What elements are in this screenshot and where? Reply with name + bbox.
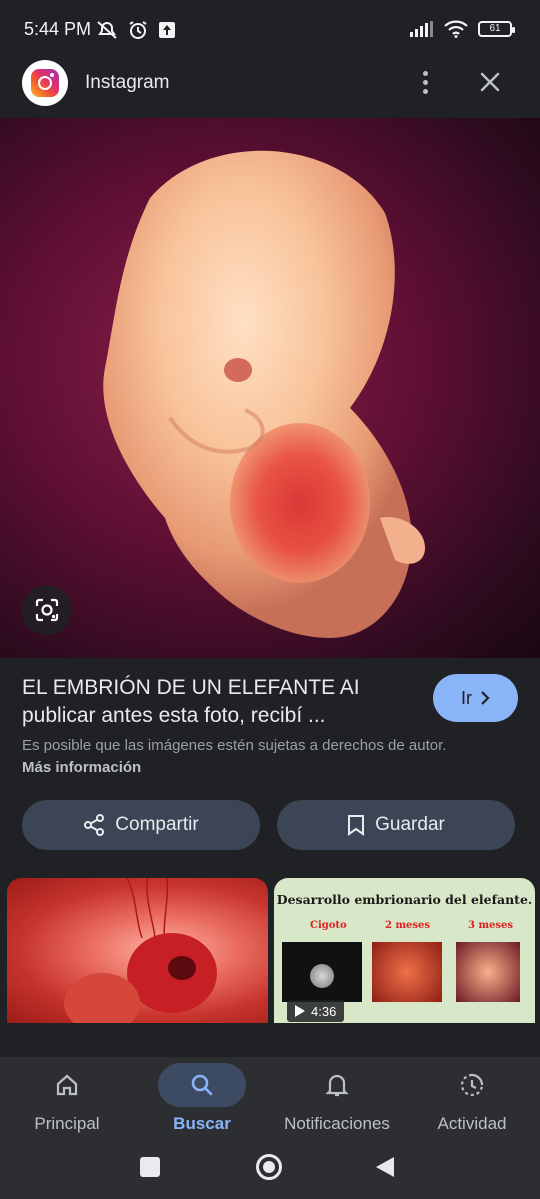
save-button[interactable]: Guardar xyxy=(277,800,515,850)
google-lens-button[interactable] xyxy=(22,585,72,635)
home-icon xyxy=(56,1074,78,1096)
nav-item-notificaciones[interactable]: Notificaciones xyxy=(278,1057,396,1143)
embryo-illustration xyxy=(103,150,425,638)
bookmark-icon xyxy=(348,815,365,836)
close-icon[interactable] xyxy=(474,66,506,98)
system-navigation-bar xyxy=(0,1143,540,1199)
upload-icon xyxy=(159,22,175,38)
bell-icon xyxy=(325,1074,349,1097)
go-button[interactable]: Ir xyxy=(433,674,518,722)
battery-icon: 61 xyxy=(478,21,515,37)
main-image[interactable] xyxy=(0,118,540,658)
copyright-text: Es posible que las imágenes estén sujeta… xyxy=(22,737,447,754)
status-bar: 5:44 PM 61 xyxy=(0,0,540,60)
related-result-1[interactable] xyxy=(7,878,268,1023)
wifi-icon xyxy=(444,20,468,38)
search-icon xyxy=(191,1074,213,1096)
history-icon xyxy=(460,1073,484,1097)
related-video-title: Desarrollo embrionario del elefante. xyxy=(276,892,533,907)
chevron-right-icon xyxy=(481,691,490,705)
save-label: Guardar xyxy=(375,814,445,835)
nav-label: Principal xyxy=(34,1114,100,1133)
video-duration: 4:36 xyxy=(311,1003,337,1019)
two-month-thumbnail xyxy=(372,942,442,1002)
share-button[interactable]: Compartir xyxy=(22,800,260,850)
nav-label: Notificaciones xyxy=(284,1114,390,1133)
status-time: 5:44 PM xyxy=(24,19,92,39)
nav-item-principal[interactable]: Principal xyxy=(22,1057,112,1143)
back-button[interactable] xyxy=(374,1155,396,1179)
lens-icon xyxy=(35,598,59,622)
status-icons-right: 61 xyxy=(410,20,515,38)
signal-icon xyxy=(410,21,433,37)
bottom-navigation: Principal Buscar Notificaciones Activida… xyxy=(0,1057,540,1143)
go-label: Ir xyxy=(461,687,472,708)
more-info-link[interactable]: Más información xyxy=(22,759,141,776)
nav-item-actividad[interactable]: Actividad xyxy=(430,1057,514,1143)
status-icons-left xyxy=(96,20,176,40)
three-month-thumbnail xyxy=(456,942,520,1002)
more-options-button[interactable] xyxy=(410,64,440,100)
alarm-icon xyxy=(129,21,147,39)
share-icon xyxy=(84,814,105,836)
zygote-thumbnail xyxy=(282,942,362,1002)
stage-caption: 3 meses xyxy=(468,920,514,931)
stage-caption: 2 meses xyxy=(385,920,431,931)
muted-icon xyxy=(97,21,117,39)
nav-label: Buscar xyxy=(173,1114,231,1133)
nav-item-buscar[interactable]: Buscar xyxy=(158,1057,246,1143)
result-title[interactable]: EL EMBRIÓN DE UN ELEFANTE AI publicar an… xyxy=(22,674,402,730)
stage-caption: Cigoto xyxy=(310,920,347,931)
recents-button[interactable] xyxy=(140,1157,160,1177)
share-label: Compartir xyxy=(115,814,199,835)
instagram-logo xyxy=(22,60,68,106)
home-button[interactable] xyxy=(256,1154,282,1180)
source-title: Instagram xyxy=(85,72,170,93)
related-image-1 xyxy=(64,878,217,1023)
app-header: Instagram xyxy=(0,60,540,116)
play-icon xyxy=(295,1005,305,1017)
video-duration-badge: 4:36 xyxy=(287,1000,345,1022)
nav-label: Actividad xyxy=(437,1114,507,1133)
copyright-notice: Es posible que las imágenes estén sujeta… xyxy=(22,735,462,779)
related-result-2[interactable]: Desarrollo embrionario del elefante. Cig… xyxy=(274,878,535,1023)
